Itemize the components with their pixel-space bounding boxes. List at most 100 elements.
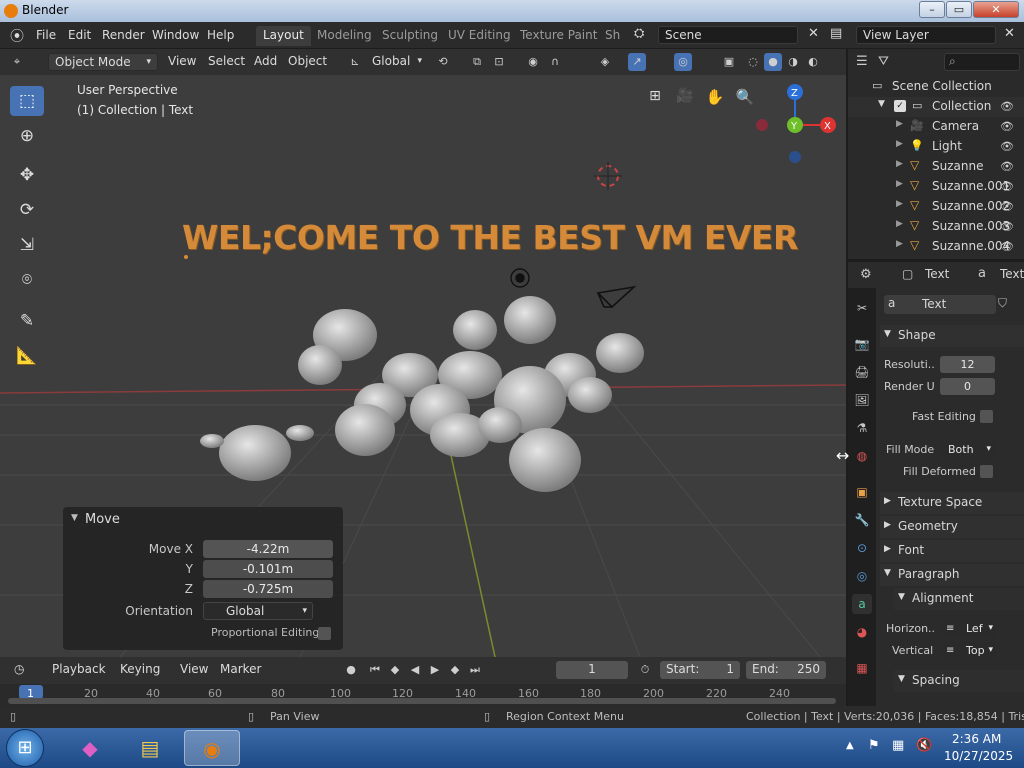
expand-arrow-icon[interactable]: ▶ xyxy=(896,139,903,149)
play-reverse-icon[interactable]: ◀ xyxy=(406,661,424,679)
select-box-tool[interactable]: ⬚ xyxy=(10,86,44,116)
tab-texture-paint[interactable]: Texture Paint xyxy=(513,26,604,46)
clock-date[interactable]: 10/27/2025 xyxy=(944,749,1013,763)
action-center-icon[interactable]: ⚑ xyxy=(868,738,880,753)
play-icon[interactable]: ▶ xyxy=(426,661,444,679)
fast-editing-checkbox[interactable] xyxy=(980,410,993,423)
welcome-text-object[interactable]: WEL;COME TO THE BEST VM EVER xyxy=(182,218,798,257)
vertical-align-dropdown[interactable]: ≡ Top ▾ xyxy=(942,642,996,659)
move-y-field[interactable]: -0.101m xyxy=(203,560,333,578)
expand-arrow-icon[interactable]: ▶ xyxy=(896,119,903,129)
tab-layout[interactable]: Layout xyxy=(256,26,311,46)
scene-field[interactable]: Scene xyxy=(658,26,798,44)
menu-help[interactable]: Help xyxy=(207,28,234,42)
timeline-editor-type-icon[interactable]: ◷ xyxy=(8,661,30,679)
outliner-item-suzanne-001[interactable]: ▶ ▽ Suzanne.001 👁 xyxy=(848,177,1024,197)
prev-keyframe-icon[interactable]: ◆ xyxy=(386,661,404,679)
navigation-gizmo[interactable]: Z Y X xyxy=(752,81,842,171)
scene-tab-icon[interactable]: ⚗ xyxy=(852,418,872,438)
visibility-icon[interactable]: ◈ xyxy=(596,53,614,71)
menu-add[interactable]: Add xyxy=(248,53,283,71)
object-mode-dropdown[interactable]: Object Mode ▾ xyxy=(48,53,158,71)
timeline-scrollbar[interactable] xyxy=(8,698,836,704)
volume-icon[interactable]: 🔇 xyxy=(916,738,932,753)
alignment-subsection-header[interactable]: ▼ Alignment xyxy=(894,588,1024,610)
eye-icon[interactable]: 👁 xyxy=(1000,160,1014,173)
breadcrumb-data[interactable]: Text xyxy=(1000,267,1024,281)
physics-tab-icon[interactable]: ◎ xyxy=(852,566,872,586)
record-icon[interactable]: ● xyxy=(342,661,360,679)
overlay-toggle-icon[interactable]: ◎ xyxy=(674,53,692,71)
render-tab-icon[interactable]: 📷 xyxy=(852,334,872,354)
expand-arrow-icon[interactable]: ▶ xyxy=(896,219,903,229)
outliner-collection[interactable]: ▼ ✓ ▭ Collection 👁 xyxy=(848,97,1024,117)
solid-shading-icon[interactable]: ● xyxy=(764,53,782,71)
outliner-editor-icon[interactable]: ☰ xyxy=(856,54,868,69)
outliner-item-suzanne-002[interactable]: ▶ ▽ Suzanne.002 👁 xyxy=(848,197,1024,217)
toggle-grid-icon[interactable]: ⊞ xyxy=(644,88,666,110)
outliner-scene-collection[interactable]: ▭ Scene Collection xyxy=(848,77,1024,97)
minimize-button[interactable]: – xyxy=(919,1,945,18)
collapse-arrow-icon[interactable]: ▼ xyxy=(71,513,78,523)
taskbar-app-icon[interactable]: ◆ xyxy=(62,730,118,766)
menu-marker[interactable]: Marker xyxy=(214,661,267,679)
view-layer-field[interactable]: View Layer xyxy=(856,26,996,44)
paragraph-section-header[interactable]: ▼ Paragraph xyxy=(880,564,1024,586)
transform-orientation-dropdown[interactable]: Global ▾ xyxy=(366,53,428,71)
eye-icon[interactable]: 👁 xyxy=(1000,180,1014,193)
rendered-shading-icon[interactable]: ◐ xyxy=(804,53,822,71)
scale-tool[interactable]: ⇲ xyxy=(10,230,44,260)
menu-file[interactable]: File xyxy=(36,28,56,42)
rotate-tool[interactable]: ⟳ xyxy=(10,195,44,225)
expand-arrow-icon[interactable]: ▶ xyxy=(896,179,903,189)
eye-icon[interactable]: 👁 xyxy=(1000,100,1014,113)
move-tool[interactable]: ✥ xyxy=(10,160,44,190)
blender-menu-icon[interactable]: ⦿ xyxy=(10,26,24,46)
modifier-tab-icon[interactable]: 🔧 xyxy=(852,510,872,530)
timeline-ruler[interactable]: 1 20 40 60 80 100 120 140 160 180 200 22… xyxy=(0,684,846,706)
editor-type-icon[interactable]: ⌖ xyxy=(8,53,26,71)
tab-sculpting[interactable]: Sculpting xyxy=(375,26,445,46)
falloff-icon[interactable]: ∩ xyxy=(546,53,564,71)
texture-space-section-header[interactable]: ▶ Texture Space xyxy=(880,492,1024,514)
expand-arrow-icon[interactable]: ▶ xyxy=(896,159,903,169)
move-operator-panel[interactable]: ▼ Move Move X -4.22m Y -0.101m Z -0.725m… xyxy=(63,507,343,650)
annotate-tool[interactable]: ✎ xyxy=(10,306,44,336)
start-button[interactable]: ⊞ xyxy=(6,729,44,767)
measure-tool[interactable]: 📐 xyxy=(10,341,44,371)
collection-checkbox[interactable]: ✓ xyxy=(894,100,906,112)
particles-tab-icon[interactable]: ⊙ xyxy=(852,538,872,558)
outliner-item-light[interactable]: ▶ 💡 Light 👁 xyxy=(848,137,1024,157)
gizmo-toggle-icon[interactable]: ↗ xyxy=(628,53,646,71)
geometry-section-header[interactable]: ▶ Geometry xyxy=(880,516,1024,538)
tab-shading[interactable]: Sh xyxy=(598,26,627,46)
menu-playback[interactable]: Playback xyxy=(46,661,112,679)
show-hidden-icons-icon[interactable]: ▲ xyxy=(846,740,854,751)
move-z-field[interactable]: -0.725m xyxy=(203,580,333,598)
material-tab-icon[interactable]: ◕ xyxy=(852,622,872,642)
outliner-item-suzanne-004[interactable]: ▶ ▽ Suzanne.004 👁 xyxy=(848,237,1024,257)
outliner-search-input[interactable]: ⌕ xyxy=(944,53,1020,71)
move-x-field[interactable]: -4.22m xyxy=(203,540,333,558)
orientation-dropdown[interactable]: Global ▾ xyxy=(203,602,313,620)
expand-arrow-icon[interactable]: ▼ xyxy=(878,99,885,109)
fill-mode-dropdown[interactable]: Both ▾ xyxy=(940,441,995,458)
render-u-field[interactable]: 0 xyxy=(940,378,995,395)
jump-start-icon[interactable]: ⏮ xyxy=(366,661,384,679)
pan-hand-icon[interactable]: ✋ xyxy=(704,88,726,110)
tab-uv-editing[interactable]: UV Editing xyxy=(441,26,518,46)
eye-icon[interactable]: 👁 xyxy=(1000,200,1014,213)
data-tab-icon[interactable]: a xyxy=(852,594,872,614)
menu-view[interactable]: View xyxy=(162,53,202,71)
remove-scene-icon[interactable]: ✕ xyxy=(808,26,819,41)
next-keyframe-icon[interactable]: ◆ xyxy=(446,661,464,679)
eye-icon[interactable]: 👁 xyxy=(1000,120,1014,133)
menu-edit[interactable]: Edit xyxy=(68,28,91,42)
maximize-button[interactable]: ▭ xyxy=(946,1,972,18)
orientation-icon[interactable]: ⊾ xyxy=(346,53,364,71)
blender-taskbar-icon[interactable]: ◉ xyxy=(184,730,240,766)
clock-time[interactable]: 2:36 AM xyxy=(952,732,1001,746)
output-tab-icon[interactable]: 🖨 xyxy=(852,362,872,382)
filter-icon[interactable]: ⛛ xyxy=(878,54,889,69)
menu-timeline-view[interactable]: View xyxy=(174,661,214,679)
